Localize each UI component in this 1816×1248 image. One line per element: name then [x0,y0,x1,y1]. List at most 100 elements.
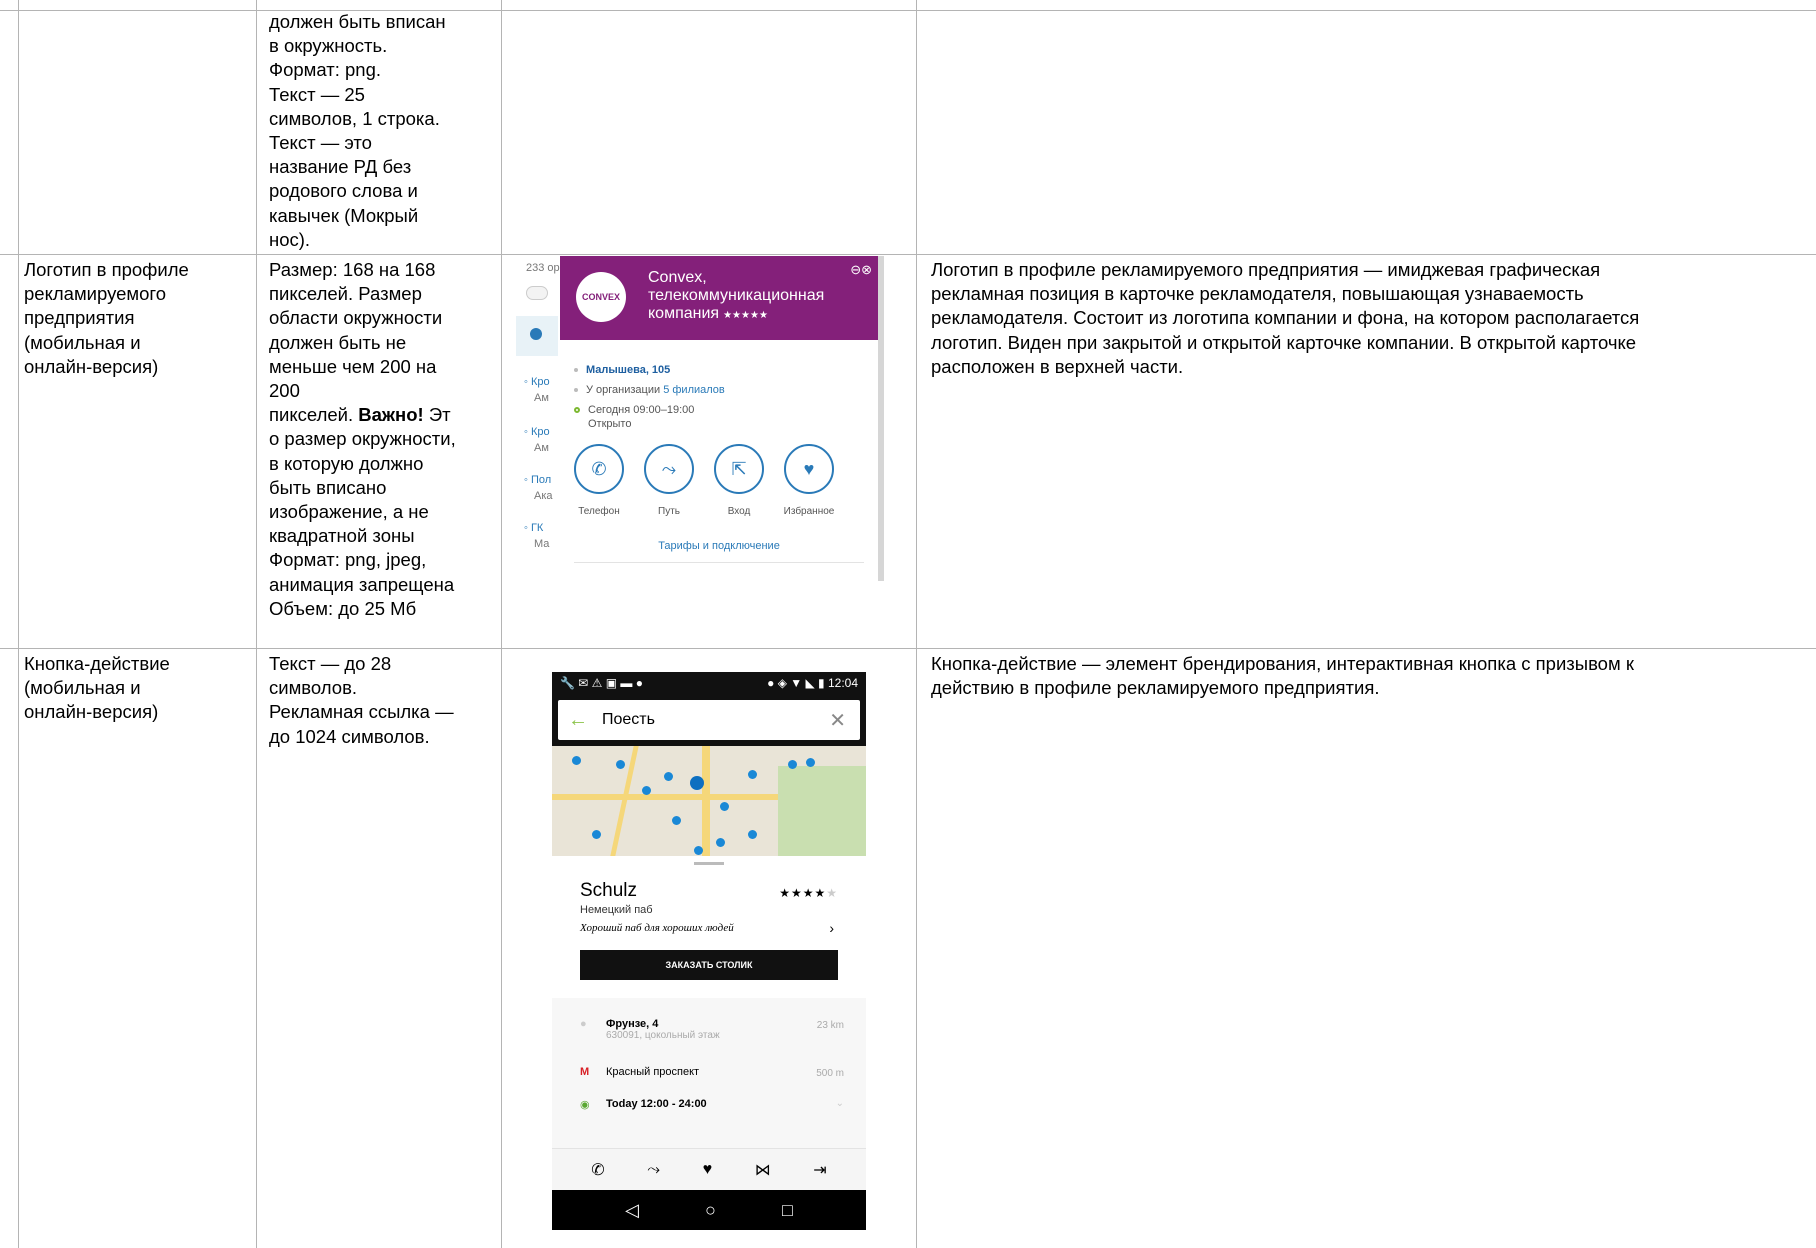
desc-line: рекламодателя. Состоит из логотипа компа… [931,307,1640,329]
entrance-icon: ⇱ [731,458,747,479]
park-area [778,766,866,856]
entrance-button[interactable]: ⇱ [714,444,764,494]
desc-line: Логотип в профиле рекламируемого предпри… [931,259,1601,280]
heart-icon[interactable]: ♥ [703,1161,713,1179]
company-name-line: телекоммуникационная [648,287,825,304]
element-name-cell: Кнопка-действие (мобильная и онлайн-верс… [24,652,252,725]
metro-distance: 500 m [816,1068,844,1079]
book-table-button[interactable]: ЗАКАЗАТЬ СТОЛИК [580,950,838,980]
chevron-down-icon[interactable]: ⌄ [836,1098,844,1109]
open-status: Открыто [588,418,632,430]
phone-icon: ✆ [591,458,607,479]
req-line: до 1024 символов. [269,725,430,747]
map-pin[interactable] [720,802,729,811]
req-line: в которую должно [269,452,424,474]
col-divider [256,0,257,1248]
req-line: Рекламная ссылка — [269,701,454,723]
minimize-icon[interactable]: ⊖ [850,262,861,277]
map-pin[interactable] [572,756,581,765]
branches-link[interactable]: 5 филиалов [663,384,725,396]
action-label: Избранное [783,506,835,517]
location-icon: ● [580,1018,587,1030]
list-item-title: ◦ ГК [524,522,544,534]
row-divider [0,648,1816,649]
map-pin[interactable] [748,770,757,779]
heart-icon: ♥ [803,458,815,479]
home-icon[interactable]: ○ [705,1200,716,1221]
description-cell: Кнопка-действие — элемент брендирования,… [931,652,1811,700]
notification-icons: 🔧 ✉ ⚠ ▣ ▬ ● [560,676,644,690]
company-card: CONVEX Convex, телекоммуникационная комп… [560,256,884,581]
clear-icon[interactable]: ✕ [829,708,846,733]
map-pin[interactable] [748,830,757,839]
action-label: Телефон [578,506,620,517]
map-pin[interactable] [716,838,725,847]
entrance-icon[interactable]: ⇥ [813,1160,826,1180]
search-input[interactable]: ← Поесть ✕ [558,700,860,740]
company-logo: CONVEX [576,272,626,322]
map-pin[interactable] [592,830,601,839]
route-button[interactable]: ⤳ [644,444,694,494]
address-distance: 23 km [816,1020,844,1031]
map-pin[interactable] [690,776,704,790]
req-line: символов, 1 строка. [269,107,440,129]
map-view[interactable] [552,746,866,856]
results-list: 233 ор ◦ Кро Ам ◦ Кро Ам ◦ Пол Ака ◦ ГК … [514,256,560,581]
action-bar: ✆ ⤳ ♥ ⋈ ⇥ [552,1148,866,1190]
favorite-button[interactable]: ♥ [784,444,834,494]
map-pin[interactable] [694,846,703,855]
status-bar: 🔧 ✉ ⚠ ▣ ▬ ● ● ◈ ▼ ◣ ▮ 12:04 [552,672,866,696]
map-pin[interactable] [664,772,673,781]
search-bar: ← Поесть ✕ [552,696,866,746]
address-row: Малышева, 105 [574,364,670,376]
place-rating: ★★★★★ [779,886,838,900]
list-item-sub: Ам [534,442,549,454]
hours-row: Сегодня 09:00–19:00 [574,404,694,416]
description-cell: Логотип в профиле рекламируемого предпри… [931,258,1811,379]
address-text[interactable]: Малышева, 105 [586,364,670,376]
req-line: символов. [269,677,358,699]
recents-icon[interactable]: □ [782,1200,793,1221]
place-name: Schulz [580,880,638,901]
map-pin[interactable] [788,760,797,769]
branches-row: У организации 5 филиалов [574,384,725,396]
desc-line: действию в профиле рекламируемого предпр… [931,677,1380,699]
req-line: название РД без [269,156,412,178]
back-arrow-icon[interactable]: ← [568,709,588,732]
place-category: Немецкий паб [580,904,653,916]
route-icon[interactable]: ⤳ [647,1161,660,1179]
element-name-cell: Логотип в профиле рекламируемого предпри… [24,258,252,379]
map-pin[interactable] [642,786,651,795]
list-item: ◦ Кро Ам [524,374,550,406]
drag-handle[interactable] [694,862,724,865]
share-icon[interactable]: ⋈ [755,1160,771,1180]
back-icon[interactable]: ◁ [625,1200,639,1221]
desc-line: расположен в верхней части. [931,355,1184,377]
name-line: онлайн-версия) [24,701,159,723]
req-text: пикселей. [269,404,359,426]
map-road [702,746,710,856]
req-line: Формат: png. [269,59,382,81]
important-label: Важно! [358,404,424,426]
req-line: анимация запрещена [269,573,455,595]
close-icon[interactable]: ⊗ [861,262,872,277]
phone-button[interactable]: ✆ [574,444,624,494]
map-pin[interactable] [616,760,625,769]
map-pin[interactable] [672,816,681,825]
clock: 12:04 [827,676,858,690]
company-name: Convex, телекоммуникационная компания ★★★… [648,269,848,325]
clock-icon: ◉ [580,1099,590,1111]
map-pin[interactable] [806,758,815,767]
list-item-sub: Ака [534,490,553,502]
search-query: Поесть [602,711,655,728]
req-line: о размер окружности, [269,428,456,450]
req-line: должен быть вписан [269,11,446,32]
req-line: квадратной зоны [269,525,415,547]
phone-icon[interactable]: ✆ [591,1160,604,1180]
chevron-right-icon[interactable]: › [829,920,834,936]
tariffs-link[interactable]: Тарифы и подключение [560,540,878,552]
req-line: должен быть не [269,331,407,353]
name-line: (мобильная и [24,331,141,353]
req-line: Текст — до 28 [269,653,392,674]
action-label: Вход [727,506,751,517]
